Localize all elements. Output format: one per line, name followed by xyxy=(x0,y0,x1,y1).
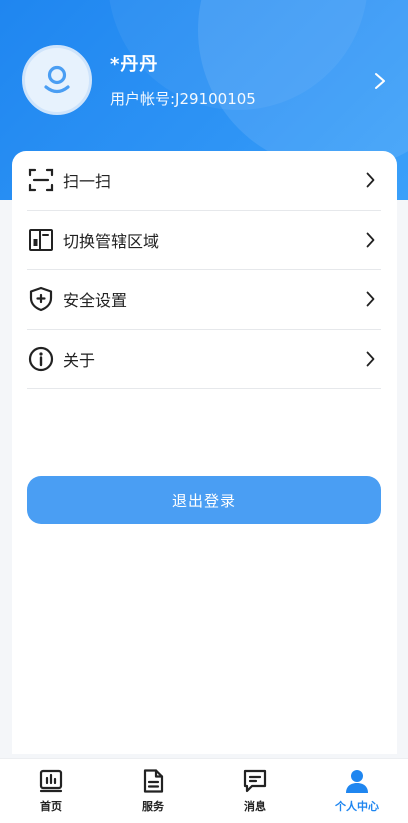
settings-menu: 扫一扫 切换管辖区域 安全设置 关于 xyxy=(27,151,381,389)
tab-label: 消息 xyxy=(244,800,266,813)
building-switch-icon xyxy=(29,228,53,251)
chevron-right-icon[interactable] xyxy=(374,72,386,90)
profile-screen: *丹丹 用户帐号:J29100105 扫一扫 切换管辖区域 安全设置 关于 退出… xyxy=(0,0,408,823)
profile-summary[interactable]: *丹丹 用户帐号:J29100105 xyxy=(0,0,408,150)
message-icon xyxy=(243,769,267,793)
logout-button[interactable]: 退出登录 xyxy=(27,476,381,524)
chevron-right-icon xyxy=(366,232,375,247)
user-account: 用户帐号:J29100105 xyxy=(110,90,256,108)
menu-item-security[interactable]: 安全设置 xyxy=(27,270,381,330)
tab-profile[interactable]: 个人中心 xyxy=(306,759,408,823)
tab-messages[interactable]: 消息 xyxy=(204,759,306,823)
menu-item-label: 关于 xyxy=(63,350,96,370)
tab-label: 个人中心 xyxy=(335,800,379,813)
chevron-right-icon xyxy=(366,172,375,188)
info-icon xyxy=(28,346,54,371)
person-icon xyxy=(346,770,368,793)
shield-plus-icon xyxy=(29,287,53,312)
chevron-right-icon xyxy=(366,351,375,366)
tab-label: 服务 xyxy=(142,800,164,813)
menu-item-label: 安全设置 xyxy=(63,291,128,311)
menu-item-scan[interactable]: 扫一扫 xyxy=(27,151,381,211)
settings-card: 扫一扫 切换管辖区域 安全设置 关于 退出登录 xyxy=(12,151,397,754)
scan-icon xyxy=(28,169,54,192)
document-icon xyxy=(143,769,164,793)
bottom-tab-bar: 首页 服务 消息 个人中心 xyxy=(0,758,408,823)
tab-label: 首页 xyxy=(40,800,62,813)
tab-services[interactable]: 服务 xyxy=(102,759,204,823)
avatar[interactable] xyxy=(22,45,92,115)
menu-item-label: 切换管辖区域 xyxy=(63,231,160,251)
menu-item-label: 扫一扫 xyxy=(63,172,112,192)
user-name: *丹丹 xyxy=(110,54,159,75)
avatar-placeholder-icon xyxy=(44,65,70,94)
chart-icon xyxy=(39,769,63,793)
menu-item-switch-region[interactable]: 切换管辖区域 xyxy=(27,211,381,270)
chevron-right-icon xyxy=(366,291,375,307)
tab-home[interactable]: 首页 xyxy=(0,759,102,823)
menu-item-about[interactable]: 关于 xyxy=(27,330,381,389)
